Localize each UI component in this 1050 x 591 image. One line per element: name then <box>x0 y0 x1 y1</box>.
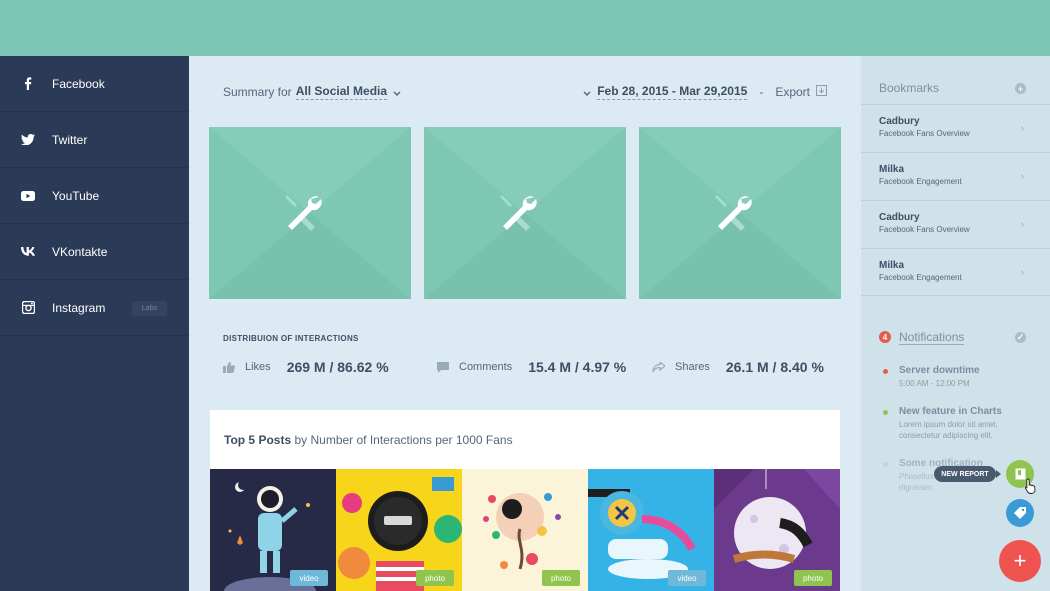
stat-value: 26.1 M / 8.40 % <box>725 359 824 375</box>
bookmark-item[interactable]: Milka Facebook Engagement › <box>861 248 1050 296</box>
youtube-icon <box>21 189 35 203</box>
bookmark-item[interactable]: Milka Facebook Engagement › <box>861 152 1050 200</box>
post-thumbnail[interactable]: video <box>210 469 336 591</box>
summary-selector[interactable]: Summary for All Social Media <box>223 84 401 100</box>
sidebar-item-facebook[interactable]: Facebook <box>0 56 189 112</box>
chevron-right-icon: › <box>1020 171 1024 182</box>
tag-icon <box>1014 507 1026 519</box>
sidebar-item-twitter[interactable]: Twitter <box>0 112 189 168</box>
widget-placeholder[interactable] <box>424 127 626 299</box>
share-icon <box>652 361 665 373</box>
post-thumbnail[interactable]: photo <box>714 469 840 591</box>
post-type-badge: photo <box>542 570 580 586</box>
tools-icon <box>285 195 322 231</box>
widget-placeholder[interactable] <box>639 127 841 299</box>
notifications-title[interactable]: Notifications <box>899 330 965 345</box>
notification-item[interactable]: New feature in Charts Lorem ipsum dolor … <box>883 406 1029 441</box>
add-button[interactable]: + <box>999 540 1041 582</box>
separator: - <box>759 85 764 99</box>
export-button[interactable]: Export <box>775 85 810 99</box>
export-icon[interactable] <box>816 85 827 99</box>
sidebar-item-label: Twitter <box>52 132 88 147</box>
check-icon[interactable]: ✓ <box>1015 332 1026 343</box>
instagram-icon <box>21 301 35 315</box>
sidebar-item-label: YouTube <box>52 188 100 203</box>
top-posts-title: Top 5 Posts by Number of Interactions pe… <box>224 433 513 447</box>
widget-placeholder[interactable] <box>209 127 411 299</box>
sidebar-item-label: Facebook <box>52 76 105 91</box>
post-type-badge: photo <box>794 570 832 586</box>
distribution-title: DISTRIBUION OF INTERACTIONS <box>223 334 359 343</box>
notification-count-badge: 4 <box>879 331 891 343</box>
status-dot <box>883 410 888 415</box>
labs-badge: Labs <box>132 301 167 316</box>
vk-icon <box>21 245 35 259</box>
stat-label: Shares <box>675 361 710 373</box>
stat-likes: Likes 269 M / 86.62 % <box>223 359 389 375</box>
status-dot <box>883 462 888 467</box>
date-range-bar: Feb 28, 2015 - Mar 29,2015 - Export <box>583 84 827 100</box>
bookmark-item[interactable]: Cadbury Facebook Fans Overview › <box>861 200 1050 248</box>
twitter-icon <box>21 133 35 147</box>
post-type-badge: video <box>668 570 706 586</box>
bookmarks-title: Bookmarks <box>879 81 940 95</box>
thumbs-up-icon <box>223 361 235 373</box>
chevron-right-icon: › <box>1020 267 1024 278</box>
chevron-down-icon <box>583 85 591 99</box>
stat-comments: Comments 15.4 M / 4.97 % <box>437 359 626 375</box>
summary-value[interactable]: All Social Media <box>295 84 388 100</box>
add-bookmark-icon[interactable]: + <box>1015 83 1026 94</box>
post-thumbnail[interactable]: video <box>588 469 714 591</box>
sidebar: Facebook Twitter YouTube VKontakte Insta… <box>0 56 189 591</box>
post-thumbnail[interactable]: photo <box>462 469 588 591</box>
main-content: Summary for All Social Media Feb 28, 201… <box>189 56 861 591</box>
new-report-tooltip: NEW REPORT <box>934 466 1001 482</box>
post-type-badge: photo <box>416 570 454 586</box>
sidebar-item-instagram[interactable]: Instagram Labs <box>0 280 189 336</box>
stat-label: Comments <box>459 361 513 373</box>
post-thumbnail[interactable]: photo <box>336 469 462 591</box>
tools-icon <box>715 195 752 231</box>
status-dot <box>883 369 888 374</box>
stat-value: 15.4 M / 4.97 % <box>528 359 627 375</box>
stat-value: 269 M / 86.62 % <box>286 359 389 375</box>
sidebar-item-youtube[interactable]: YouTube <box>0 168 189 224</box>
sidebar-item-label: VKontakte <box>52 244 108 259</box>
facebook-icon <box>21 77 35 91</box>
stat-label: Likes <box>245 361 271 373</box>
top-bar <box>0 0 1050 56</box>
stat-shares: Shares 26.1 M / 8.40 % <box>652 359 824 375</box>
post-type-badge: video <box>290 570 328 586</box>
date-range-picker[interactable]: Feb 28, 2015 - Mar 29,2015 <box>597 84 748 100</box>
sidebar-item-label: Instagram <box>52 300 106 315</box>
sidebar-item-vkontakte[interactable]: VKontakte <box>0 224 189 280</box>
top-posts-card: Top 5 Posts by Number of Interactions pe… <box>210 410 840 591</box>
tools-icon <box>500 195 537 231</box>
hand-cursor-icon <box>1024 478 1036 494</box>
chevron-right-icon: › <box>1020 219 1024 230</box>
tag-button[interactable] <box>1006 499 1034 527</box>
chevron-right-icon: › <box>1020 123 1024 134</box>
chevron-down-icon <box>393 85 401 99</box>
notification-item[interactable]: Server downtime 5:00 AM - 12:00 PM <box>883 365 980 389</box>
comment-icon <box>437 361 449 373</box>
summary-label: Summary for <box>223 85 292 99</box>
bookmark-item[interactable]: Cadbury Facebook Fans Overview › <box>861 104 1050 152</box>
